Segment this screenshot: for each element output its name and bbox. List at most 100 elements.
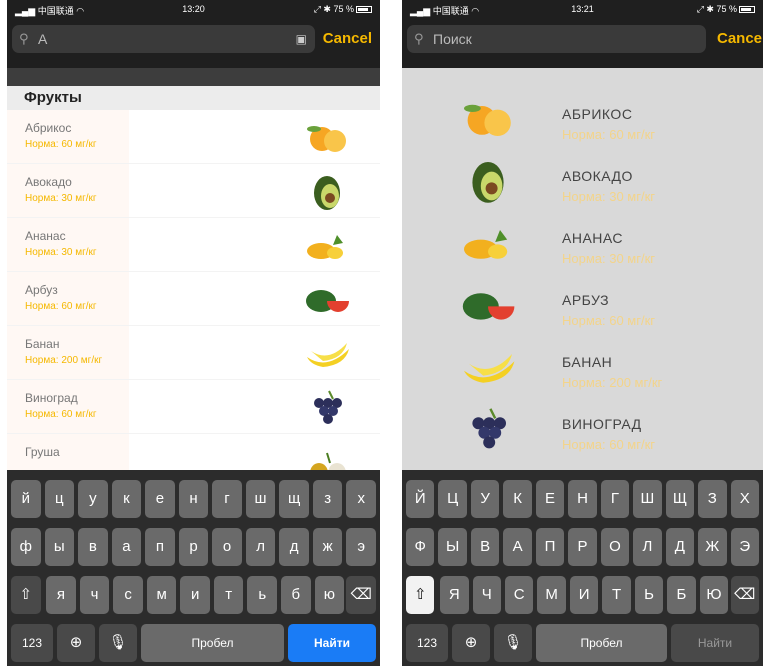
cancel-button[interactable]: Cance bbox=[717, 25, 762, 53]
cancel-button[interactable]: Cancel bbox=[323, 25, 372, 53]
list-item[interactable]: АВОКАДО Норма: 30 мг/кг bbox=[402, 148, 763, 210]
key-row2-3[interactable]: А bbox=[503, 528, 532, 566]
key-row2-5[interactable]: р bbox=[178, 528, 209, 566]
numbers-key[interactable]: 123 bbox=[11, 624, 53, 662]
key-row3-2[interactable]: С bbox=[504, 576, 534, 614]
key-row1-8[interactable]: щ bbox=[279, 480, 309, 518]
key-row1-5[interactable]: н bbox=[178, 480, 209, 518]
key-row1-2[interactable]: у bbox=[78, 480, 108, 518]
search-action-key[interactable]: Найти bbox=[671, 624, 759, 662]
key-row3-2[interactable]: с bbox=[113, 576, 143, 614]
key-row1-1[interactable]: ц bbox=[44, 480, 75, 518]
shift-key[interactable]: ⇧ bbox=[406, 576, 435, 614]
key-row1-5[interactable]: Н bbox=[568, 480, 597, 518]
list-item[interactable]: Арбуз Норма: 60 мг/кг bbox=[7, 272, 380, 326]
key-row2-7[interactable]: Л bbox=[633, 528, 662, 566]
key-row1-7[interactable]: ш bbox=[245, 480, 276, 518]
fruit-norm: Норма: 30 мг/кг bbox=[25, 247, 97, 258]
key-row2-9[interactable]: Ж bbox=[698, 528, 727, 566]
list-item[interactable]: АРБУЗ Норма: 60 мг/кг bbox=[402, 272, 763, 334]
list-item[interactable]: Виноград Норма: 60 мг/кг bbox=[7, 380, 380, 434]
key-row2-8[interactable]: д bbox=[279, 528, 309, 566]
space-key[interactable]: Пробел bbox=[141, 624, 284, 662]
backspace-key[interactable]: ⌫ bbox=[346, 576, 376, 614]
key-row3-5[interactable]: т bbox=[213, 576, 244, 614]
key-row1-4[interactable]: Е bbox=[535, 480, 565, 518]
key-row3-4[interactable]: И bbox=[569, 576, 599, 614]
key-row3-1[interactable]: ч bbox=[79, 576, 110, 614]
key-row2-10[interactable]: Э bbox=[730, 528, 759, 566]
key-row1-2[interactable]: У bbox=[470, 480, 500, 518]
key-row1-9[interactable]: з bbox=[312, 480, 343, 518]
key-row1-8[interactable]: Щ bbox=[665, 480, 695, 518]
fruit-name: АНАНАС bbox=[562, 230, 624, 246]
list-item[interactable]: Ананас Норма: 30 мг/кг bbox=[7, 218, 380, 272]
space-key[interactable]: Пробел bbox=[536, 624, 667, 662]
key-row1-9[interactable]: З bbox=[698, 480, 727, 518]
search-action-key[interactable]: Найти bbox=[288, 624, 376, 662]
list-item[interactable]: Банан Норма: 200 мг/кг bbox=[7, 326, 380, 380]
key-row2-2[interactable]: В bbox=[470, 528, 500, 566]
key-row3-5[interactable]: Т bbox=[602, 576, 631, 614]
key-row3-8[interactable]: Ю bbox=[699, 576, 729, 614]
key-row1-10[interactable]: х bbox=[346, 480, 376, 518]
key-row2-0[interactable]: Ф bbox=[406, 528, 435, 566]
key-row1-7[interactable]: Ш bbox=[633, 480, 662, 518]
fruit-name: АРБУЗ bbox=[562, 292, 610, 308]
key-row2-1[interactable]: Ы bbox=[438, 528, 467, 566]
microphone-icon[interactable]: 🎙 bbox=[494, 624, 532, 662]
key-row1-6[interactable]: Г bbox=[600, 480, 630, 518]
key-row2-3[interactable]: а bbox=[111, 528, 142, 566]
right-phone-screen: ▂▄▆ 中国联通 ◠ 13:21 ⤢ ✱ 75 % ⚲ Поиск Cance … bbox=[402, 0, 763, 666]
key-row3-4[interactable]: и bbox=[180, 576, 210, 614]
key-row2-8[interactable]: Д bbox=[665, 528, 695, 566]
key-row2-0[interactable]: ф bbox=[11, 528, 41, 566]
key-row2-1[interactable]: ы bbox=[44, 528, 75, 566]
backspace-key[interactable]: ⌫ bbox=[730, 576, 759, 614]
dictation-icon[interactable]: ▣ bbox=[296, 25, 307, 53]
key-row2-4[interactable]: П bbox=[535, 528, 565, 566]
fruit-norm: Норма: 30 мг/кг bbox=[25, 193, 97, 204]
key-row3-8[interactable]: ю bbox=[314, 576, 345, 614]
list-item[interactable]: АБРИКОС Норма: 60 мг/кг bbox=[402, 86, 763, 148]
key-row2-7[interactable]: л bbox=[245, 528, 276, 566]
key-row1-0[interactable]: й bbox=[11, 480, 41, 518]
key-row1-3[interactable]: к bbox=[111, 480, 142, 518]
key-row2-6[interactable]: о bbox=[212, 528, 242, 566]
key-row3-0[interactable]: я bbox=[46, 576, 76, 614]
key-row1-1[interactable]: Ц bbox=[438, 480, 467, 518]
key-row3-3[interactable]: М bbox=[537, 576, 566, 614]
fruit-name: Арбуз bbox=[25, 283, 58, 297]
key-row1-10[interactable]: Х bbox=[730, 480, 759, 518]
list-item[interactable]: АНАНАС Норма: 30 мг/кг bbox=[402, 210, 763, 272]
shift-key[interactable]: ⇧ bbox=[11, 576, 41, 614]
key-row2-4[interactable]: п bbox=[145, 528, 175, 566]
key-row2-10[interactable]: э bbox=[346, 528, 376, 566]
key-row3-6[interactable]: Ь bbox=[634, 576, 664, 614]
list-item[interactable]: ВИНОГРАД Норма: 60 мг/кг bbox=[402, 396, 763, 458]
search-input[interactable]: ⚲ А ▣ bbox=[12, 25, 315, 53]
key-row2-9[interactable]: ж bbox=[312, 528, 343, 566]
key-row2-2[interactable]: в bbox=[78, 528, 108, 566]
key-row3-0[interactable]: Я bbox=[440, 576, 469, 614]
key-row1-6[interactable]: г bbox=[212, 480, 242, 518]
numbers-key[interactable]: 123 bbox=[406, 624, 448, 662]
key-row2-5[interactable]: Р bbox=[568, 528, 597, 566]
globe-icon[interactable]: ⊕ bbox=[452, 624, 490, 662]
microphone-icon[interactable]: 🎙 bbox=[99, 624, 137, 662]
key-row1-3[interactable]: К bbox=[503, 480, 532, 518]
key-row3-7[interactable]: б bbox=[281, 576, 311, 614]
key-row3-3[interactable]: м bbox=[146, 576, 177, 614]
globe-icon[interactable]: ⊕ bbox=[57, 624, 95, 662]
key-row1-4[interactable]: е bbox=[145, 480, 175, 518]
search-icon: ⚲ bbox=[414, 31, 424, 46]
key-row1-0[interactable]: Й bbox=[406, 480, 435, 518]
key-row3-1[interactable]: Ч bbox=[472, 576, 501, 614]
key-row3-7[interactable]: Б bbox=[667, 576, 696, 614]
list-item[interactable]: БАНАН Норма: 200 мг/кг bbox=[402, 334, 763, 396]
key-row3-6[interactable]: ь bbox=[247, 576, 278, 614]
key-row2-6[interactable]: О bbox=[600, 528, 630, 566]
search-input[interactable]: ⚲ Поиск bbox=[407, 25, 706, 53]
list-item[interactable]: Абрикос Норма: 60 мг/кг bbox=[7, 110, 380, 164]
list-item[interactable]: Авокадо Норма: 30 мг/кг bbox=[7, 164, 380, 218]
